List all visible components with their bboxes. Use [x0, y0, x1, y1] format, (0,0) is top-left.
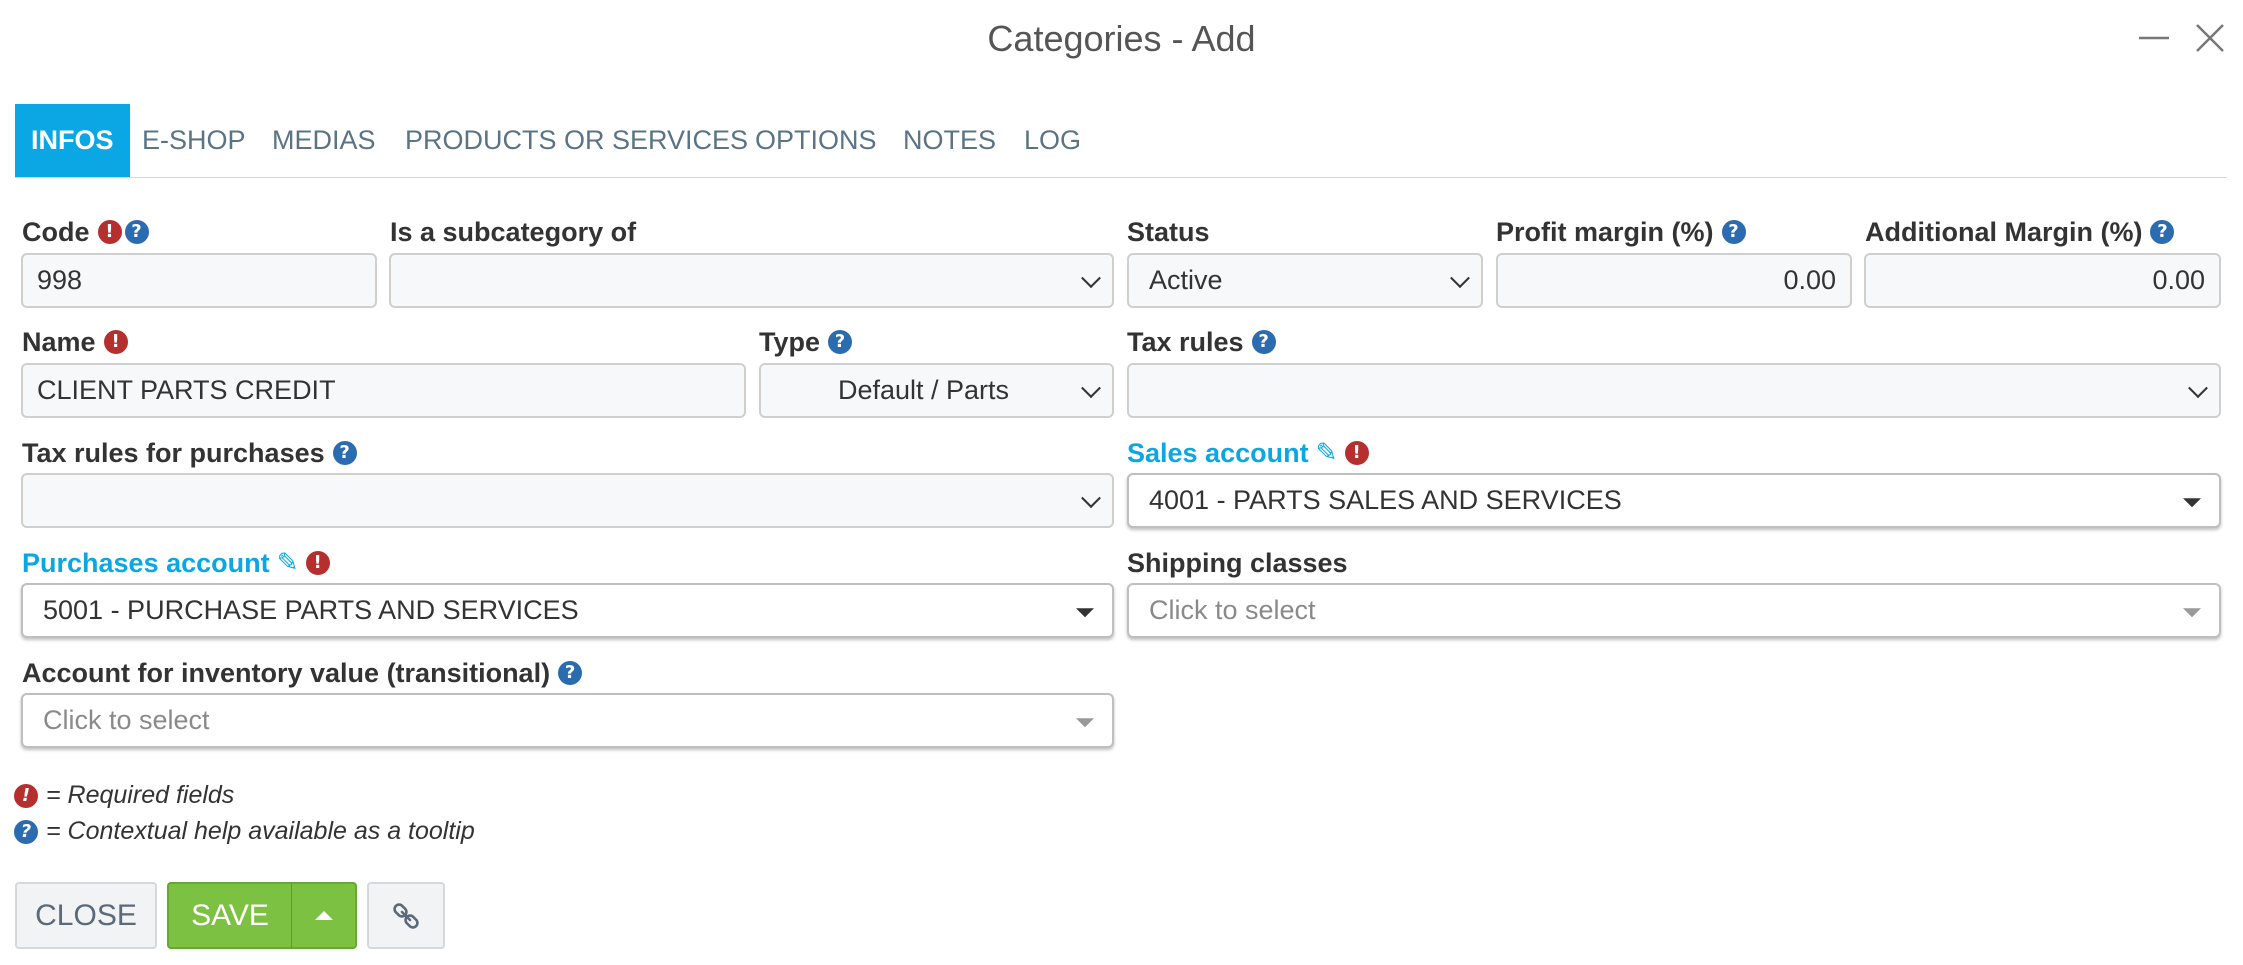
- required-icon: !: [305, 551, 330, 575]
- subcategory-select[interactable]: [389, 253, 1114, 308]
- additional-margin-input[interactable]: 0.00: [1864, 253, 2221, 308]
- tab-infos[interactable]: INFOS: [15, 104, 130, 177]
- tax-rules-purchases-label: Tax rules for purchases ?: [22, 437, 360, 469]
- code-input[interactable]: 998: [21, 253, 377, 308]
- help-icon[interactable]: ?: [1251, 330, 1276, 354]
- link-button[interactable]: [367, 882, 445, 949]
- status-select[interactable]: Active: [1127, 253, 1483, 308]
- help-icon[interactable]: ?: [1721, 220, 1746, 244]
- caret-down-icon: [2183, 607, 2201, 617]
- help-icon[interactable]: ?: [2150, 220, 2175, 244]
- save-options-button[interactable]: [291, 882, 357, 949]
- type-label: Type ?: [759, 326, 855, 358]
- code-label: Code ! ?: [22, 216, 152, 248]
- minimize-icon[interactable]: [2136, 20, 2172, 56]
- help-icon[interactable]: ?: [332, 441, 357, 465]
- name-input[interactable]: CLIENT PARTS CREDIT: [21, 363, 746, 418]
- name-label: Name !: [22, 326, 131, 358]
- profit-margin-input[interactable]: 0.00: [1496, 253, 1852, 308]
- save-button[interactable]: SAVE: [167, 882, 291, 949]
- help-icon: ?: [14, 819, 38, 844]
- tab-e-shop[interactable]: E-SHOP: [142, 104, 246, 177]
- required-icon: !: [103, 330, 128, 354]
- chevron-down-icon: [1081, 377, 1101, 398]
- chevron-down-icon: [2188, 377, 2208, 398]
- required-icon: !: [14, 783, 38, 808]
- sales-account-select[interactable]: 4001 - PARTS SALES AND SERVICES: [1127, 473, 2221, 528]
- help-icon[interactable]: ?: [124, 220, 149, 244]
- subcategory-label: Is a subcategory of: [390, 216, 637, 247]
- tab-products-or-services[interactable]: PRODUCTS OR SERVICES: [405, 104, 748, 177]
- help-icon[interactable]: ?: [558, 661, 583, 685]
- edit-icon[interactable]: ✎: [274, 549, 302, 577]
- tab-options[interactable]: OPTIONS: [755, 104, 877, 177]
- tab-medias[interactable]: MEDIAS: [272, 104, 376, 177]
- status-label: Status: [1127, 216, 1210, 247]
- caret-down-icon: [1076, 607, 1094, 617]
- close-icon[interactable]: [2192, 20, 2228, 56]
- tax-rules-purchases-select[interactable]: [21, 473, 1114, 528]
- profit-margin-label: Profit margin (%) ?: [1496, 216, 1749, 248]
- caret-down-icon: [1076, 717, 1094, 727]
- tab-log[interactable]: LOG: [1024, 104, 1081, 177]
- close-button[interactable]: CLOSE: [15, 882, 157, 949]
- chevron-down-icon: [1081, 267, 1101, 288]
- window-title: Categories - Add: [987, 18, 1256, 59]
- link-icon: [393, 902, 419, 929]
- caret-down-icon: [2183, 497, 2201, 507]
- shipping-classes-select[interactable]: Click to select: [1127, 583, 2221, 638]
- legend-required: ! = Required fields: [14, 781, 234, 810]
- inventory-account-label: Account for inventory value (transitiona…: [22, 657, 585, 689]
- tab-bar: INFOS E-SHOP MEDIAS PRODUCTS OR SERVICES…: [15, 104, 2227, 178]
- title-bar: Categories - Add: [0, 0, 2243, 80]
- inventory-account-select[interactable]: Click to select: [21, 693, 1114, 748]
- tax-rules-label: Tax rules ?: [1127, 326, 1279, 358]
- tax-rules-select[interactable]: [1127, 363, 2221, 418]
- purchases-account-select[interactable]: 5001 - PURCHASE PARTS AND SERVICES: [21, 583, 1114, 638]
- edit-icon[interactable]: ✎: [1313, 439, 1341, 467]
- tab-notes[interactable]: NOTES: [903, 104, 996, 177]
- legend-help: ? = Contextual help available as a toolt…: [14, 817, 475, 846]
- required-icon: !: [1344, 441, 1369, 465]
- type-select[interactable]: Default / Parts: [759, 363, 1114, 418]
- help-icon[interactable]: ?: [828, 330, 853, 354]
- caret-up-icon: [314, 911, 333, 920]
- purchases-account-label[interactable]: Purchases account ✎ !: [22, 547, 333, 579]
- chevron-down-icon: [1081, 487, 1101, 508]
- required-icon: !: [97, 220, 122, 244]
- chevron-down-icon: [1450, 267, 1470, 288]
- shipping-classes-label: Shipping classes: [1127, 547, 1348, 578]
- sales-account-label[interactable]: Sales account ✎ !: [1127, 437, 1372, 469]
- additional-margin-label: Additional Margin (%) ?: [1865, 216, 2177, 248]
